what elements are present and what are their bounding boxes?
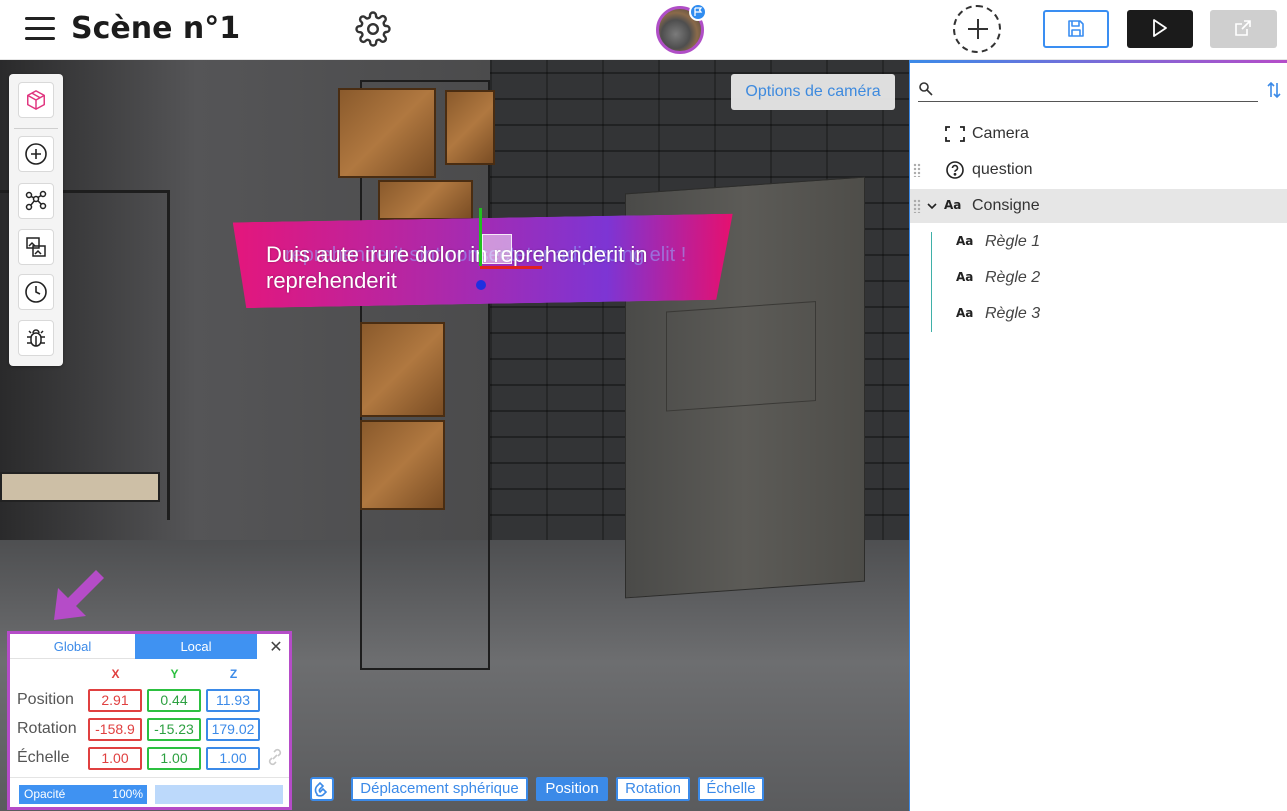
bug-icon[interactable] bbox=[18, 320, 54, 356]
rack-shelf bbox=[0, 472, 160, 502]
link-icon[interactable] bbox=[265, 747, 285, 767]
drag-handle-icon[interactable] bbox=[913, 163, 921, 177]
opacity-slider[interactable]: Opacité 100% bbox=[19, 785, 147, 804]
gizmo-y-axis[interactable] bbox=[479, 208, 482, 266]
text-icon: Aa bbox=[956, 270, 974, 284]
question-icon bbox=[946, 161, 964, 179]
save-icon bbox=[1068, 20, 1084, 37]
search-input[interactable] bbox=[938, 78, 1254, 100]
add-scene-button[interactable] bbox=[953, 5, 1001, 53]
cube-icon[interactable] bbox=[18, 82, 54, 118]
mode-position-button[interactable]: Position bbox=[536, 777, 608, 801]
position-z-field[interactable]: 11.93 bbox=[206, 689, 260, 712]
rotation-x-field[interactable]: -158.9 bbox=[88, 718, 142, 741]
wooden-box bbox=[338, 88, 436, 178]
panel-divider bbox=[10, 777, 289, 778]
scale-z-field[interactable]: 1.00 bbox=[206, 747, 260, 770]
play-icon bbox=[1153, 19, 1167, 37]
rotation-z-field[interactable]: 179.02 bbox=[206, 718, 260, 741]
text-icon: Aa bbox=[956, 234, 974, 248]
tree-item-camera[interactable]: Camera bbox=[910, 117, 1287, 151]
tree-item-question[interactable]: question bbox=[910, 153, 1287, 187]
gizmo-center[interactable] bbox=[482, 234, 512, 264]
tree-item-consigne[interactable]: Aa Consigne bbox=[910, 189, 1287, 223]
save-button[interactable] bbox=[1043, 10, 1109, 48]
magnet-icon bbox=[314, 781, 328, 797]
panel-accent-line bbox=[910, 60, 1287, 63]
position-x-field[interactable]: 2.91 bbox=[88, 689, 142, 712]
tree-item-label: Règle 2 bbox=[985, 269, 1041, 286]
tree-item-regle-2[interactable]: Aa Règle 2 bbox=[910, 261, 1287, 295]
tree-item-regle-3[interactable]: Aa Règle 3 bbox=[910, 297, 1287, 331]
hierarchy-panel: Camera question Aa Consigne Aa Règle 1 A… bbox=[909, 60, 1287, 811]
scale-x-field[interactable]: 1.00 bbox=[88, 747, 142, 770]
graph-nodes-icon[interactable] bbox=[18, 183, 54, 219]
camera-options-button[interactable]: Options de caméra bbox=[731, 74, 895, 110]
tree-item-label: Consigne bbox=[972, 197, 1040, 214]
search-icon bbox=[919, 82, 933, 96]
scale-label: Échelle bbox=[17, 749, 70, 766]
rotation-y-field[interactable]: -15.23 bbox=[147, 718, 201, 741]
wooden-box bbox=[445, 90, 495, 165]
position-label: Position bbox=[17, 691, 74, 708]
position-y-field[interactable]: 0.44 bbox=[147, 689, 201, 712]
text-icon: Aa bbox=[944, 198, 962, 212]
tree-item-label: Règle 1 bbox=[985, 233, 1041, 250]
axis-header-x: X bbox=[111, 667, 120, 681]
tree-item-regle-1[interactable]: Aa Règle 1 bbox=[910, 225, 1287, 259]
search-box bbox=[918, 78, 1258, 102]
wooden-box bbox=[360, 322, 445, 417]
axis-header-z: Z bbox=[229, 667, 238, 681]
flag-icon bbox=[689, 3, 707, 21]
transform-tabs: Global Local ✕ bbox=[10, 634, 289, 659]
gear-icon[interactable] bbox=[355, 11, 391, 47]
mode-rotation-button[interactable]: Rotation bbox=[616, 777, 690, 801]
tool-strip bbox=[9, 74, 63, 366]
opacity-label: Opacité bbox=[24, 787, 66, 801]
scale-y-field[interactable]: 1.00 bbox=[147, 747, 201, 770]
arrow-down-left-icon bbox=[54, 570, 104, 620]
opacity-value: 100% bbox=[112, 787, 143, 801]
drag-handle-icon[interactable] bbox=[913, 199, 921, 213]
chevron-down-icon[interactable] bbox=[926, 200, 938, 212]
mode-scale-button[interactable]: Échelle bbox=[698, 777, 764, 801]
rotation-label: Rotation bbox=[17, 720, 77, 737]
add-circle-icon[interactable] bbox=[18, 136, 54, 172]
transform-panel: Global Local ✕ X Y Z Position 2.91 0.44 … bbox=[7, 631, 292, 810]
top-bar: Scène n°1 bbox=[0, 0, 1287, 60]
tree-item-label: Camera bbox=[972, 125, 1029, 142]
tab-local[interactable]: Local bbox=[135, 634, 257, 659]
play-button[interactable] bbox=[1127, 10, 1193, 48]
text-icon: Aa bbox=[956, 306, 974, 320]
export-button[interactable] bbox=[1210, 10, 1277, 48]
gizmo-x-axis[interactable] bbox=[480, 266, 542, 269]
tree-item-label: Règle 3 bbox=[985, 305, 1041, 322]
magnet-toggle-button[interactable] bbox=[310, 777, 334, 801]
tab-global[interactable]: Global bbox=[10, 634, 135, 659]
sort-icon[interactable] bbox=[1266, 80, 1282, 100]
external-link-icon bbox=[1235, 20, 1251, 36]
image-swap-icon[interactable] bbox=[18, 229, 54, 265]
gizmo-z-axis[interactable] bbox=[476, 280, 486, 290]
clock-icon[interactable] bbox=[18, 274, 54, 310]
secondary-slider[interactable] bbox=[155, 785, 283, 804]
tree-item-label: question bbox=[972, 161, 1033, 178]
wooden-box bbox=[360, 420, 445, 510]
menu-icon[interactable] bbox=[25, 16, 55, 40]
mode-spherical-button[interactable]: Déplacement sphérique bbox=[351, 777, 528, 801]
tool-divider bbox=[14, 128, 58, 129]
page-title: Scène n°1 bbox=[71, 11, 241, 46]
close-icon[interactable]: ✕ bbox=[263, 634, 289, 659]
camera-frame-icon bbox=[945, 126, 965, 142]
axis-header-y: Y bbox=[170, 667, 179, 681]
wooden-box bbox=[378, 180, 473, 220]
